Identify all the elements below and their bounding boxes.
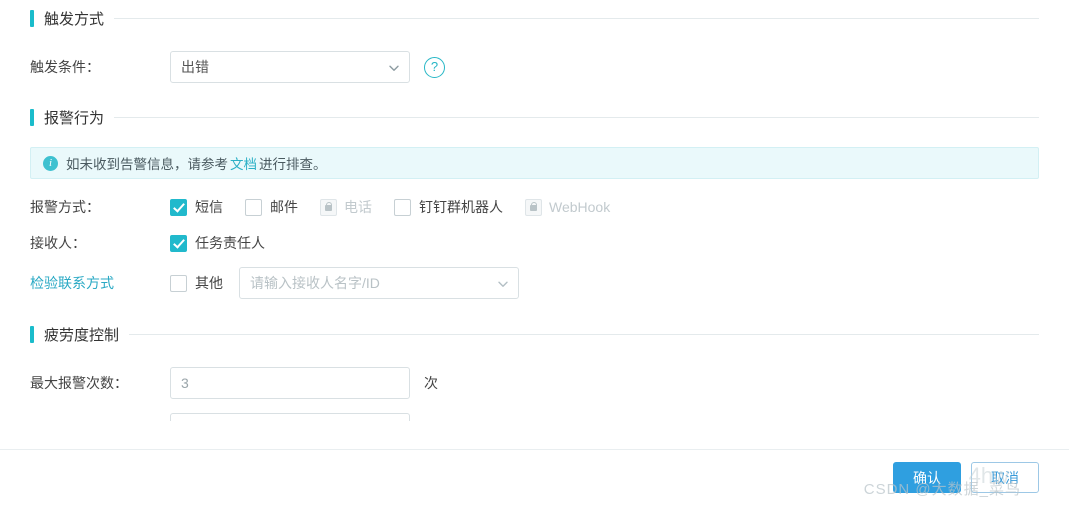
checkbox-box[interactable] — [170, 274, 187, 292]
section-accent-bar — [30, 109, 34, 126]
checkbox-email[interactable]: 邮件 — [245, 197, 298, 217]
next-field-partial — [30, 413, 1039, 421]
receiver-label: 接收人： — [30, 235, 86, 251]
partial-input[interactable] — [170, 413, 410, 421]
section-title-fatigue: 疲劳度控制 — [44, 327, 120, 344]
trigger-condition-label: 触发条件： — [30, 59, 100, 75]
alarm-method-options: 短信 邮件 电话 钉钉群机器人 WebHook — [170, 197, 610, 217]
checkbox-label: WebHook — [549, 199, 611, 215]
section-divider — [114, 18, 1039, 19]
dialog-footer: 确认 取消 — [0, 449, 1069, 505]
max-alarm-count-label: 最大报警次数： — [30, 375, 128, 391]
alarm-method-row: 报警方式： 短信 邮件 电话 钉钉群机器人 WebHook — [30, 197, 1039, 217]
info-banner: i 如未收到告警信息，请参考 文档 进行排查。 — [30, 147, 1039, 179]
section-divider — [114, 117, 1039, 118]
banner-text-after: 进行排查。 — [259, 157, 327, 172]
section-header-trigger: 触发方式 — [30, 0, 1039, 29]
verify-contact-link-wrap: 检验联系方式 — [30, 273, 170, 293]
checkbox-box[interactable] — [245, 198, 262, 216]
checkbox-label: 任务责任人 — [195, 235, 265, 251]
confirm-button[interactable]: 确认 — [893, 462, 961, 493]
chevron-down-icon — [497, 277, 509, 289]
cancel-button[interactable]: 取消 — [971, 462, 1039, 493]
lock-icon — [320, 198, 337, 216]
checkbox-label: 钉钉群机器人 — [419, 199, 503, 215]
checkbox-sms[interactable]: 短信 — [170, 197, 223, 217]
trigger-condition-row: 触发条件： 出错 ? — [30, 51, 1039, 83]
checkbox-label: 短信 — [195, 199, 223, 215]
checkbox-label: 电话 — [344, 199, 372, 215]
receiver-row: 接收人： 任务责任人 — [30, 233, 1039, 253]
checkbox-box[interactable] — [394, 198, 411, 216]
checkbox-task-owner[interactable]: 任务责任人 — [170, 233, 265, 253]
section-title-alarm: 报警行为 — [44, 110, 105, 127]
max-alarm-count-row: 最大报警次数： 3 次 — [30, 367, 1039, 399]
checkbox-other-receiver[interactable]: 其他 — [170, 273, 223, 293]
receiver-input-placeholder: 请输入接收人名字/ID — [250, 275, 380, 291]
banner-text-before: 如未收到告警信息，请参考 — [66, 157, 228, 172]
banner-doc-link[interactable]: 文档 — [230, 153, 257, 173]
checkbox-webhook: WebHook — [525, 198, 611, 216]
checkbox-box[interactable] — [170, 234, 187, 252]
section-divider — [129, 334, 1039, 335]
checkbox-label: 邮件 — [270, 199, 298, 215]
max-alarm-count-input[interactable]: 3 — [170, 367, 410, 399]
checkbox-box[interactable] — [170, 198, 187, 216]
alarm-method-label: 报警方式： — [30, 199, 100, 215]
checkbox-dingtalk-robot[interactable]: 钉钉群机器人 — [394, 197, 503, 217]
section-accent-bar — [30, 326, 34, 343]
section-accent-bar — [30, 10, 34, 27]
alarm-settings-panel: 触发方式 触发条件： 出错 ? 报警行为 i 如未收到告警信息，请参考 文档 进… — [0, 0, 1069, 505]
chevron-down-icon — [388, 61, 400, 73]
receiver-input[interactable]: 请输入接收人名字/ID — [239, 267, 519, 299]
receiver-other-row: 检验联系方式 其他 请输入接收人名字/ID — [30, 267, 1039, 299]
section-title-trigger: 触发方式 — [44, 11, 105, 28]
max-alarm-count-value: 3 — [181, 375, 189, 391]
checkbox-label: 其他 — [195, 275, 223, 291]
info-icon: i — [43, 155, 58, 171]
verify-contact-link[interactable]: 检验联系方式 — [30, 275, 114, 291]
checkbox-phone: 电话 — [320, 197, 372, 217]
max-alarm-count-unit: 次 — [424, 375, 438, 391]
section-header-fatigue: 疲劳度控制 — [30, 324, 1039, 345]
lock-icon — [525, 198, 542, 216]
question-circle-icon[interactable]: ? — [424, 56, 445, 78]
trigger-condition-select[interactable]: 出错 — [170, 51, 410, 83]
section-header-alarm: 报警行为 — [30, 107, 1039, 128]
trigger-condition-value: 出错 — [181, 59, 209, 75]
